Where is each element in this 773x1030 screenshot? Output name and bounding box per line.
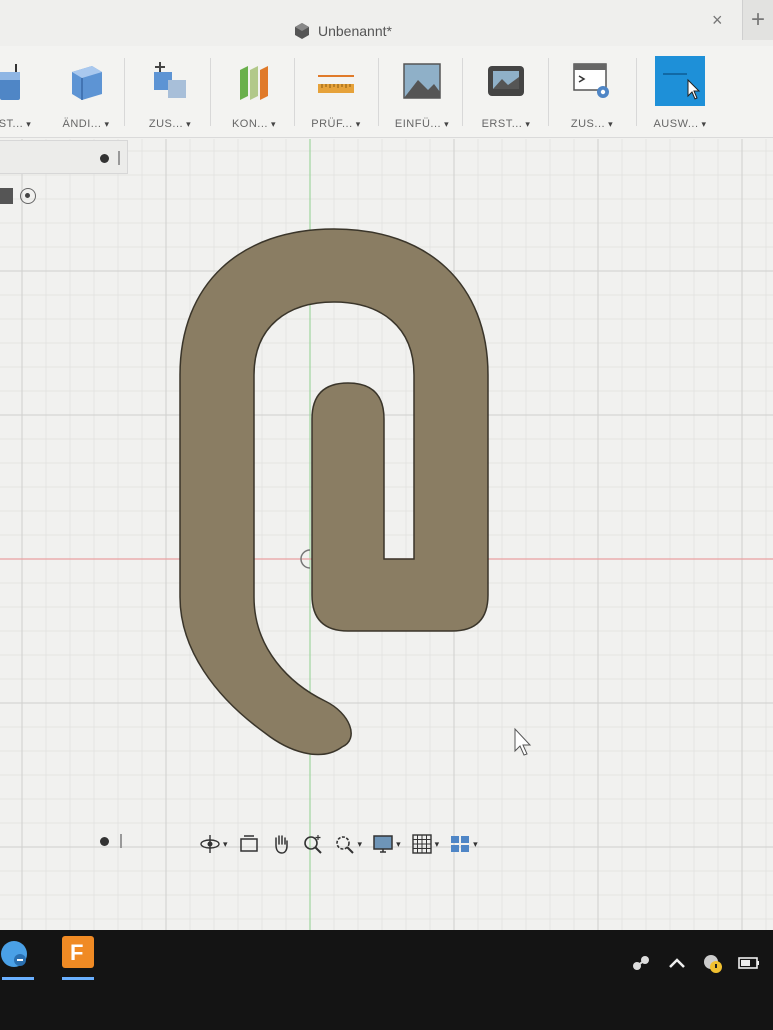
chevron-up-icon[interactable] — [666, 952, 688, 974]
battery-icon[interactable] — [738, 952, 760, 974]
zoom-window-button[interactable]: ▾ — [329, 830, 368, 858]
design-canvas[interactable] — [0, 139, 773, 930]
document-cube-icon — [295, 23, 309, 39]
orbit-button[interactable]: ▾ — [194, 830, 233, 858]
zoom-icon — [303, 835, 322, 854]
browser-root-row[interactable] — [0, 186, 60, 208]
grid-settings-icon — [411, 834, 432, 854]
tool-sketch-label: ST... — [0, 118, 38, 130]
tool-create-label: ERST... — [468, 118, 544, 130]
viewports-button[interactable]: ▾ — [444, 830, 483, 858]
pan-button[interactable] — [265, 830, 297, 858]
tool-assemble[interactable]: ZUS... — [132, 56, 208, 136]
document-title-text: Unbenannt* — [318, 23, 392, 39]
tool-modify-label: ÄNDI... — [48, 118, 124, 130]
browser-panel-header[interactable] — [0, 140, 128, 174]
tool-construct[interactable]: KON... — [216, 56, 292, 136]
inspect-ruler-icon — [318, 75, 354, 93]
shield-status-icon[interactable] — [702, 952, 724, 974]
navigation-bar: ▾ ▾ ▾ ▾ ▾ — [194, 830, 483, 858]
viewports-icon — [451, 836, 470, 852]
document-title: Unbenannt* — [293, 20, 392, 42]
orbit-icon — [200, 835, 220, 853]
tool-inspect[interactable]: PRÜF... — [298, 56, 374, 136]
network-icon[interactable] — [630, 952, 652, 974]
tool-insert-label: EINFÜ... — [384, 118, 460, 130]
ribbon-toolbar: ST... ÄNDI... ZUS... — [0, 46, 773, 138]
tool-select[interactable]: AUSW... — [642, 56, 718, 136]
panel-collapse-handle[interactable] — [118, 151, 120, 165]
fusion-app-letter: F — [70, 940, 84, 965]
select-cursor-icon — [655, 56, 705, 106]
tool-sketch[interactable]: ST... — [0, 56, 38, 136]
modify-box-icon — [72, 66, 102, 100]
look-at-button[interactable] — [233, 830, 265, 858]
new-tab-button[interactable]: + — [742, 0, 773, 40]
tool-inspect-label: PRÜF... — [298, 118, 374, 130]
tool-addins[interactable]: ZUS... — [554, 56, 630, 136]
comments-panel-handle[interactable] — [100, 834, 126, 850]
addins-gear-icon — [573, 63, 609, 98]
sketch-extrude-icon — [0, 64, 20, 100]
taskbar-app-blue[interactable] — [0, 934, 36, 980]
comments-collapse-handle[interactable] — [120, 834, 122, 848]
insert-image-icon — [403, 63, 441, 99]
windows-taskbar — [0, 930, 773, 1030]
screen: Unbenannt* × + ST... ÄNDI... — [0, 0, 773, 930]
app-blue-icon — [1, 941, 27, 967]
tool-modify[interactable]: ÄNDI... — [48, 56, 124, 136]
taskbar-app-fusion[interactable]: F — [56, 934, 104, 980]
look-at-icon — [239, 835, 258, 852]
tool-construct-label: KON... — [216, 118, 292, 130]
comments-pin-icon[interactable] — [100, 837, 109, 846]
system-tray — [630, 946, 773, 980]
construct-planes-icon — [240, 66, 268, 100]
activate-radio-icon[interactable] — [20, 188, 36, 204]
tool-insert[interactable]: EINFÜ... — [384, 56, 460, 136]
panel-pin-icon[interactable] — [100, 154, 109, 163]
window-titlebar: Unbenannt* × + — [0, 0, 773, 46]
grid-settings-button[interactable]: ▾ — [406, 830, 445, 858]
tool-addins-label: ZUS... — [554, 118, 630, 130]
pan-hand-icon — [274, 835, 288, 854]
zoom-window-icon — [335, 836, 354, 854]
create-image-icon — [488, 66, 524, 96]
zoom-button[interactable] — [297, 830, 329, 858]
tool-assemble-label: ZUS... — [132, 118, 208, 130]
display-settings-button[interactable]: ▾ — [367, 830, 406, 858]
display-settings-icon — [373, 835, 393, 853]
tool-create[interactable]: ERST... — [468, 56, 544, 136]
tool-select-label: AUSW... — [642, 118, 718, 130]
assemble-icon — [154, 62, 186, 98]
close-tab-icon[interactable]: × — [712, 10, 723, 31]
component-icon — [0, 188, 13, 204]
